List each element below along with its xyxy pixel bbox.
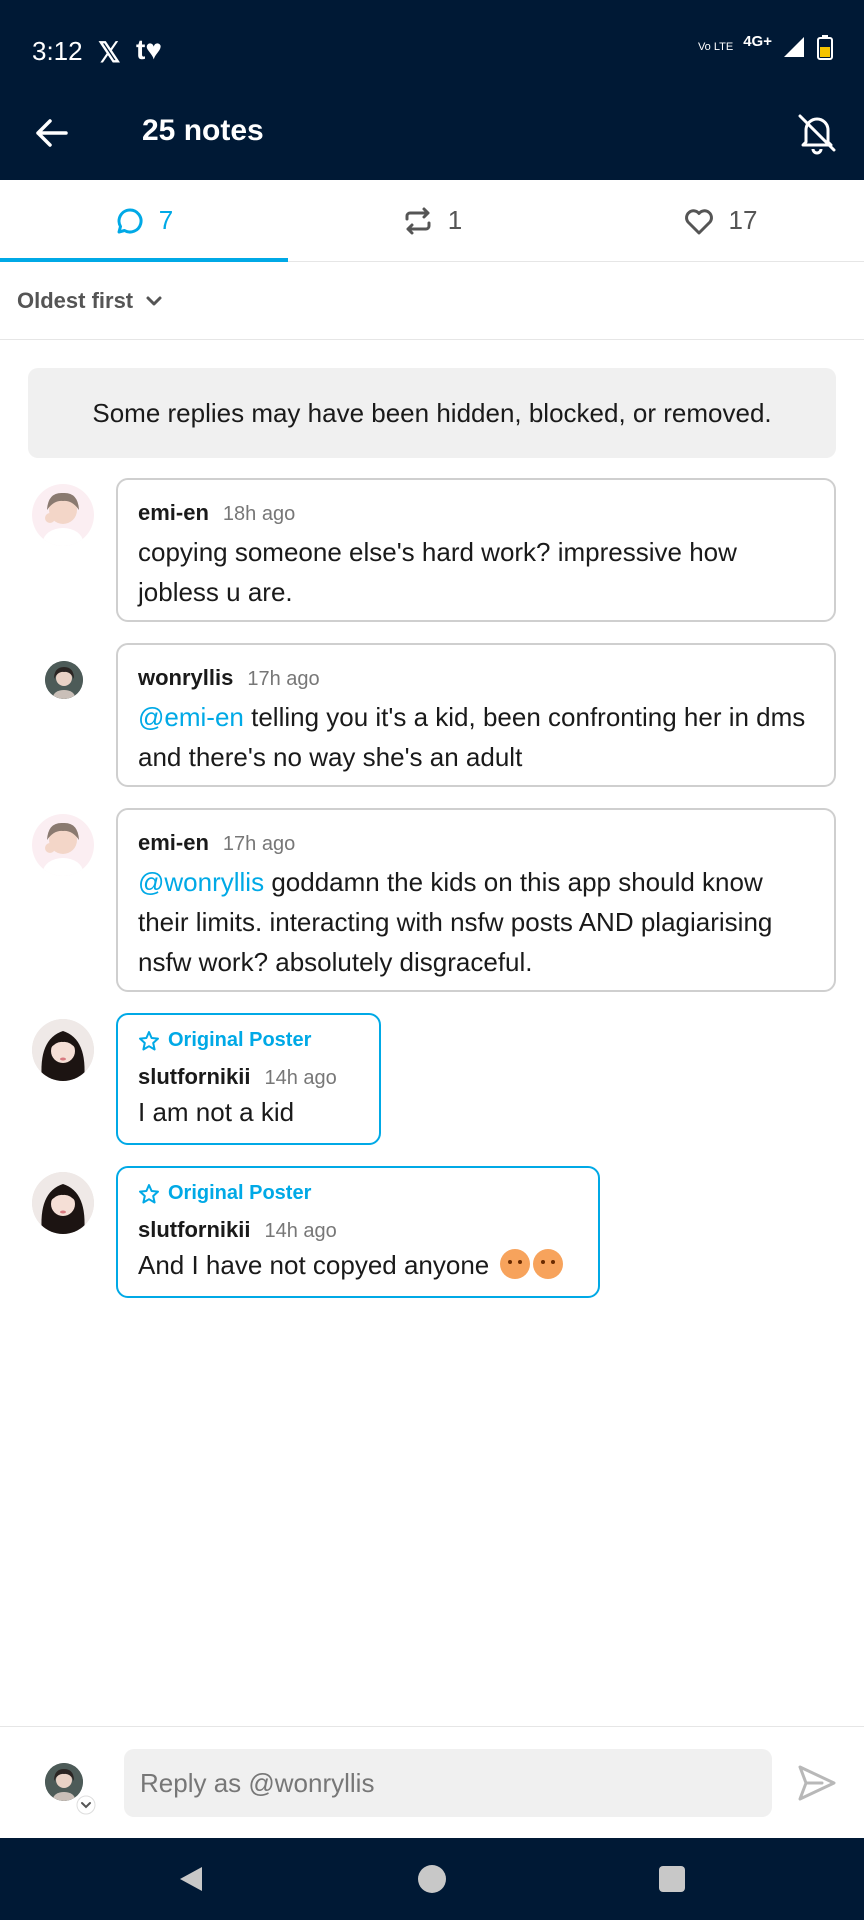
network-type: 4G+ <box>743 32 772 50</box>
heart-icon <box>684 208 713 234</box>
tab-reblogs[interactable]: 1 <box>288 180 576 261</box>
page-title: 25 notes <box>142 114 264 147</box>
badge-label: Original Poster <box>168 1182 312 1204</box>
send-button[interactable] <box>794 1761 838 1805</box>
star-icon <box>139 1030 159 1050</box>
bell-off-icon <box>798 114 836 155</box>
signal-icon <box>784 37 804 57</box>
tumblr-icon: t♥ <box>136 34 162 65</box>
reply-text: copying someone else's hard work? impres… <box>138 537 737 607</box>
reply-time: 14h ago <box>264 1067 337 1089</box>
battery-icon <box>817 35 833 60</box>
reply-text: @wonryllis goddamn the kids on this app … <box>138 862 814 982</box>
x-icon: 𝕏 <box>98 37 121 68</box>
back-arrow-icon <box>36 119 68 147</box>
reply-time: 18h ago <box>222 503 296 525</box>
avatar[interactable] <box>32 1019 94 1081</box>
reply-author[interactable]: wonryllis <box>138 665 233 691</box>
replies-count: 7 <box>158 205 174 235</box>
reblogs-count: 1 <box>447 205 463 235</box>
reply-author[interactable]: emi-en <box>138 500 209 526</box>
reply-bubble: emi-en 17h ago @wonryllis goddamn the ki… <box>116 808 836 992</box>
app-header: 25 notes <box>0 86 864 180</box>
blog-switcher-chevron-icon[interactable] <box>76 1795 96 1815</box>
reply-author[interactable]: slutfornikii <box>138 1217 250 1243</box>
mention-link[interactable]: @emi-en <box>138 702 244 732</box>
reply-author[interactable]: emi-en <box>138 830 209 856</box>
send-icon <box>798 1765 836 1801</box>
chevron-down-icon <box>146 296 162 305</box>
status-indicators: Vo LTE 4G+ <box>697 32 834 60</box>
reply-message: And I have not copyed anyone <box>138 1250 490 1280</box>
avatar[interactable] <box>32 814 94 876</box>
hidden-replies-notice: Some replies may have been hidden, block… <box>28 368 836 458</box>
nav-recents-icon[interactable] <box>658 1864 686 1894</box>
reply-time: 17h ago <box>222 833 296 855</box>
reply-bubble: wonryllis 17h ago @emi-en telling you it… <box>116 643 836 787</box>
avatar[interactable] <box>45 661 83 699</box>
system-navigation-bar <box>0 1838 864 1920</box>
sort-label: Oldest first <box>17 287 134 313</box>
reply-author[interactable]: slutfornikii <box>138 1064 250 1090</box>
angry-face-emoji-icon <box>499 1249 530 1279</box>
reply-time: 14h ago <box>264 1220 337 1242</box>
original-poster-badge: Original Poster <box>138 1029 359 1052</box>
reply-bubble: Original Poster slutfornikii 14h ago I a… <box>116 1013 381 1145</box>
reply-compose-bar <box>0 1726 864 1838</box>
star-icon <box>139 1183 159 1203</box>
reply-text: I am not a kid <box>138 1097 295 1127</box>
reply-bubble: Original Poster slutfornikii 14h ago And… <box>116 1166 600 1298</box>
status-time: 3:12 <box>32 36 83 66</box>
reply-input[interactable] <box>124 1749 772 1817</box>
reply-time: 17h ago <box>247 668 320 690</box>
angry-face-emoji-icon <box>532 1249 563 1279</box>
nav-home-icon[interactable] <box>417 1864 447 1894</box>
back-button[interactable] <box>26 108 76 158</box>
badge-label: Original Poster <box>168 1029 312 1051</box>
reblog-icon <box>405 207 431 234</box>
tab-likes[interactable]: 17 <box>576 180 864 261</box>
likes-count: 17 <box>728 205 758 235</box>
mute-notifications-button[interactable] <box>790 106 844 160</box>
reply-text: And I have not copyed anyone <box>138 1245 578 1285</box>
original-poster-badge: Original Poster <box>138 1182 578 1205</box>
notes-tabs: 7 1 17 <box>0 180 864 262</box>
reply-bubble: emi-en 18h ago copying someone else's ha… <box>116 478 836 622</box>
status-bar: 3:12 𝕏 t♥ Vo LTE 4G+ <box>0 0 864 86</box>
nav-back-icon[interactable] <box>176 1864 206 1894</box>
mention-link[interactable]: @wonryllis <box>138 867 264 897</box>
sort-dropdown[interactable]: Oldest first <box>0 262 864 340</box>
comment-icon <box>117 207 143 233</box>
reply-text: @emi-en telling you it's a kid, been con… <box>138 697 814 777</box>
tab-replies[interactable]: 7 <box>0 180 288 262</box>
avatar[interactable] <box>32 484 94 546</box>
avatar[interactable] <box>32 1172 94 1234</box>
volte-indicator: Vo LTE <box>697 40 734 53</box>
